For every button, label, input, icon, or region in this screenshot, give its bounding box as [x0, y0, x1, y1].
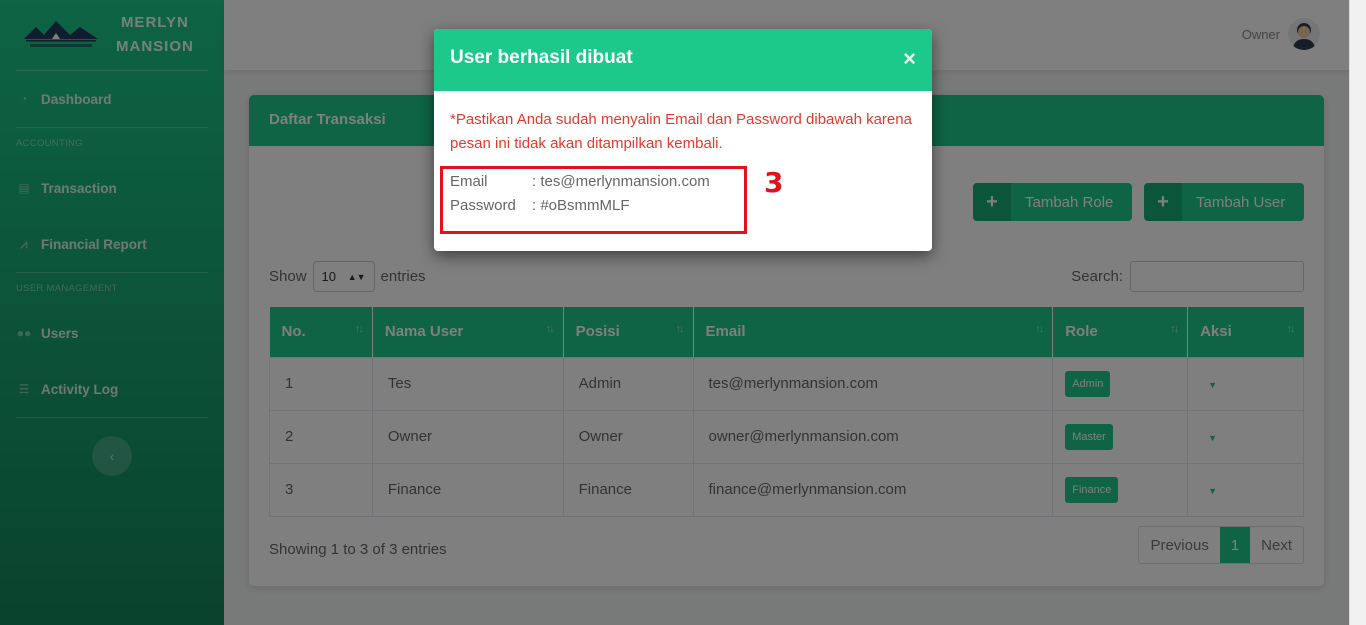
step-number: 3: [764, 166, 784, 199]
close-icon[interactable]: ×: [903, 46, 916, 72]
modal-title: User berhasil dibuat: [450, 47, 633, 68]
scrollbar[interactable]: [1349, 0, 1366, 625]
warning-text: *Pastikan Anda sudah menyalin Email dan …: [450, 111, 912, 152]
highlight-box: [440, 166, 747, 234]
modal-header: User berhasil dibuat ×: [434, 29, 932, 91]
